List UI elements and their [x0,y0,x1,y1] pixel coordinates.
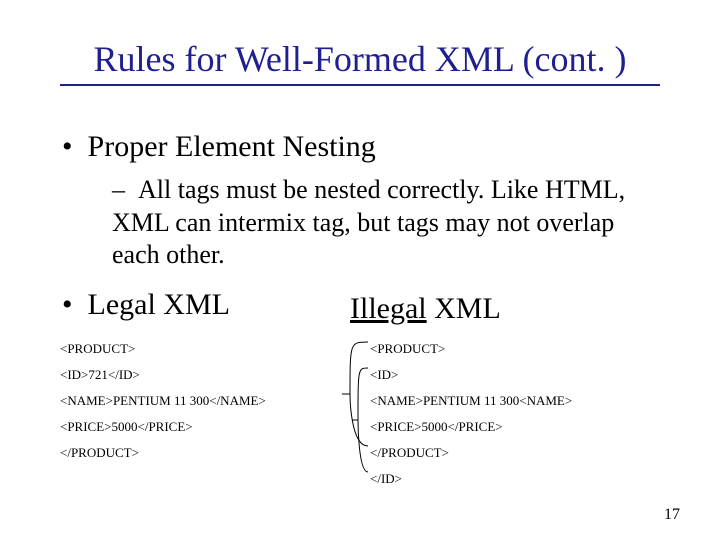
subbullet-nesting-desc: – All tags must be nested correctly. Lik… [112,174,660,272]
title-underline [60,84,660,86]
bullet-legal-xml: • Legal XML [62,288,230,322]
heading-illegal-rest: XML [427,292,501,325]
slide: Rules for Well-Formed XML (cont. ) • Pro… [0,0,720,540]
illegal-xml-code: <PRODUCT> <ID> <NAME>PENTIUM 11 300<NAME… [370,336,572,492]
code-line: </PRODUCT> [60,440,266,466]
heading-illegal-underlined: Illegal [350,292,427,325]
bullet-text: Proper Element Nesting [88,130,376,163]
code-line: <PRODUCT> [370,336,572,362]
code-line: <ID>721</ID> [60,362,266,388]
subbullet-text: All tags must be nested correctly. Like … [112,175,625,269]
code-line: <PRODUCT> [60,336,266,362]
nesting-bracket-icon [330,332,370,502]
bullet-proper-nesting: • Proper Element Nesting [62,130,376,164]
bullet-text: Legal XML [88,288,230,321]
legal-xml-code: <PRODUCT> <ID>721</ID> <NAME>PENTIUM 11 … [60,336,266,466]
slide-title: Rules for Well-Formed XML (cont. ) [0,38,720,80]
subbullet-marker: – [112,175,125,204]
bullet-marker: • [62,288,73,321]
code-line: <PRICE>5000</PRICE> [370,414,572,440]
code-line: <PRICE>5000</PRICE> [60,414,266,440]
bullet-marker: • [62,130,73,163]
code-line: <ID> [370,362,572,388]
code-line: <NAME>PENTIUM 11 300<NAME> [370,388,572,414]
code-line: <NAME>PENTIUM 11 300</NAME> [60,388,266,414]
page-number: 17 [664,506,680,524]
heading-illegal-xml: Illegal XML [350,292,501,326]
code-line: </PRODUCT> [370,440,572,466]
code-line: </ID> [370,466,572,492]
